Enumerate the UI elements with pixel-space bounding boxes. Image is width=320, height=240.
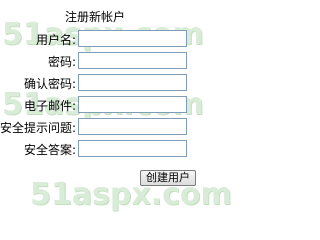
confirm-password-row: 确认密码: [0,74,250,94]
create-user-button[interactable]: 创建用户 [140,170,196,186]
email-label: 电子邮件: [23,99,76,113]
security-answer-label: 安全答案: [23,143,76,157]
email-row: 电子邮件: [0,96,250,116]
password-label: 密码: [47,55,76,69]
confirm-password-label: 确认密码: [23,77,76,91]
password-input[interactable] [78,52,187,69]
form-title: 注册新帐户 [64,10,125,24]
security-answer-row: 安全答案: [0,140,250,160]
password-row: 密码: [0,52,250,72]
username-label: 用户名: [35,33,76,47]
security-answer-input[interactable] [78,140,187,157]
email-input[interactable] [78,96,187,113]
username-input[interactable] [78,30,187,47]
confirm-password-input[interactable] [78,74,187,91]
security-question-row: 安全提示问题: [0,118,250,138]
security-question-input[interactable] [78,118,187,135]
watermark-logo: 51aspx.com [30,177,232,212]
username-row: 用户名: [0,30,250,50]
security-question-label: 安全提示问题: [0,121,76,135]
